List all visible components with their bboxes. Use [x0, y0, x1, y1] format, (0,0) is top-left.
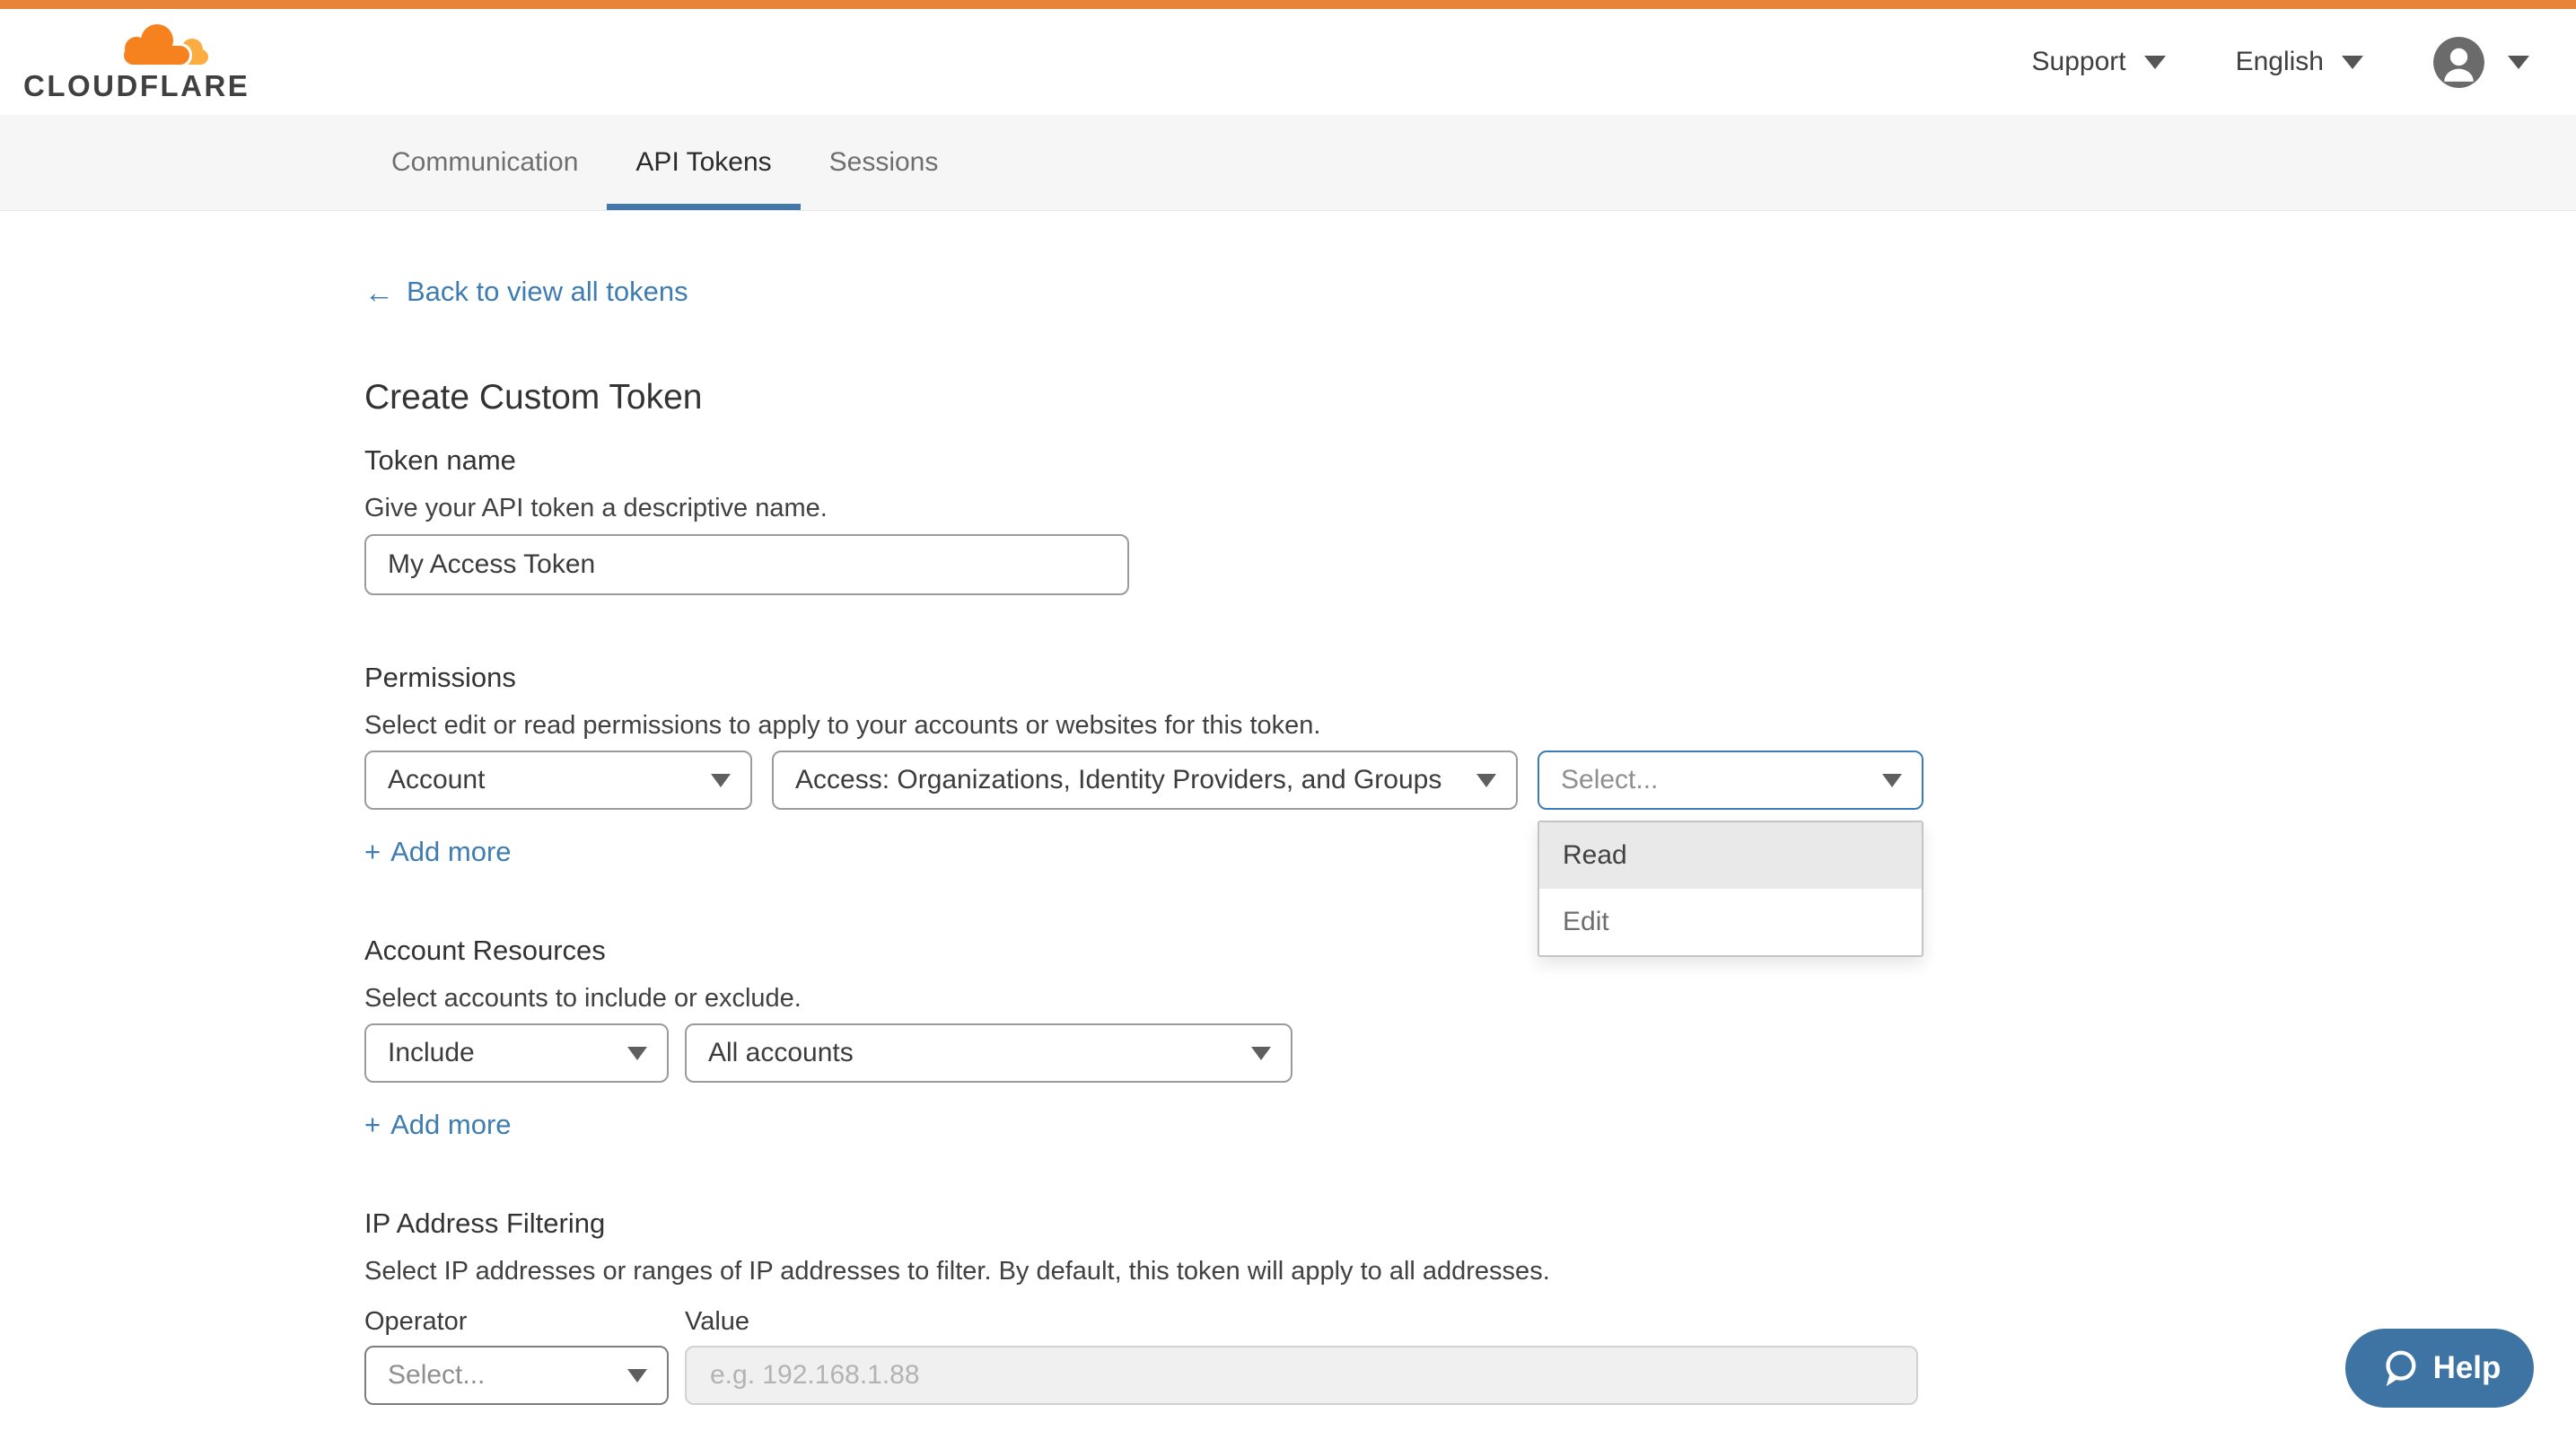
permission-access-dropdown: Select... Read Edit — [1538, 751, 1923, 810]
brand-accent-bar — [0, 0, 2576, 9]
account-resources-selection-select[interactable]: All accounts — [685, 1023, 1292, 1083]
language-menu[interactable]: English — [2236, 47, 2363, 77]
value-label: Value — [685, 1307, 749, 1337]
help-button[interactable]: Help — [2345, 1329, 2534, 1408]
menu-option-read[interactable]: Read — [1539, 822, 1922, 889]
account-resources-selection-value: All accounts — [708, 1038, 854, 1068]
support-label: Support — [2032, 47, 2126, 77]
chat-bubble-icon — [2379, 1348, 2420, 1389]
main-content: ← Back to view all tokens Create Custom … — [0, 211, 2576, 1405]
user-avatar-icon — [2433, 37, 2484, 88]
chevron-down-icon — [1882, 774, 1902, 787]
active-tab-underline — [607, 204, 800, 210]
help-button-label: Help — [2433, 1350, 2502, 1386]
page-title: Create Custom Token — [364, 378, 2576, 417]
permissions-description: Select edit or read permissions to apply… — [364, 709, 2576, 742]
permission-group-value: Access: Organizations, Identity Provider… — [795, 765, 1441, 795]
permissions-section: Permissions Select edit or read permissi… — [364, 662, 2576, 868]
tab-api-tokens[interactable]: API Tokens — [607, 115, 800, 210]
token-name-input[interactable] — [364, 534, 1129, 595]
language-label: English — [2236, 47, 2324, 77]
token-name-description: Give your API token a descriptive name. — [364, 492, 2576, 524]
back-arrow-icon: ← — [364, 277, 394, 307]
tab-communication[interactable]: Communication — [363, 115, 607, 210]
back-to-tokens-link[interactable]: ← Back to view all tokens — [364, 276, 688, 308]
ip-value-input[interactable] — [685, 1346, 1918, 1405]
back-link-label: Back to view all tokens — [407, 276, 688, 308]
ip-filtering-heading: IP Address Filtering — [364, 1207, 2576, 1240]
operator-label: Operator — [364, 1307, 685, 1337]
ip-operator-select[interactable]: Select... — [364, 1346, 669, 1405]
permissions-add-more-link[interactable]: + Add more — [364, 836, 512, 868]
permissions-add-more-label: Add more — [390, 836, 511, 868]
permission-access-select[interactable]: Select... — [1538, 751, 1923, 810]
cloudflare-cloud-icon — [115, 21, 210, 67]
account-resources-description: Select accounts to include or exclude. — [364, 982, 2576, 1014]
permission-scope-value: Account — [388, 765, 485, 795]
support-menu[interactable]: Support — [2032, 47, 2166, 77]
chevron-down-icon — [2508, 56, 2529, 69]
cloudflare-wordmark: CLOUDFLARE — [23, 69, 250, 103]
chevron-down-icon — [627, 1047, 647, 1060]
account-resources-mode-value: Include — [388, 1038, 475, 1068]
chevron-down-icon — [1251, 1047, 1271, 1060]
chevron-down-icon — [1476, 774, 1496, 787]
cloudflare-logo[interactable]: CLOUDFLARE — [23, 21, 250, 103]
permissions-heading: Permissions — [364, 662, 2576, 694]
account-resources-mode-select[interactable]: Include — [364, 1023, 669, 1083]
account-resources-add-more-label: Add more — [390, 1109, 511, 1141]
permission-group-select[interactable]: Access: Organizations, Identity Provider… — [772, 751, 1518, 810]
access-options-menu: Read Edit — [1538, 821, 1923, 957]
permission-scope-select[interactable]: Account — [364, 751, 752, 810]
ip-filtering-section: IP Address Filtering Select IP addresses… — [364, 1207, 2576, 1405]
token-name-heading: Token name — [364, 444, 2576, 477]
ip-operator-placeholder: Select... — [388, 1360, 485, 1391]
chevron-down-icon — [711, 774, 731, 787]
chevron-down-icon — [627, 1369, 647, 1383]
chevron-down-icon — [2144, 56, 2166, 69]
account-resources-add-more-link[interactable]: + Add more — [364, 1109, 512, 1141]
tab-sessions[interactable]: Sessions — [801, 115, 968, 210]
permission-access-placeholder: Select... — [1561, 765, 1658, 795]
menu-option-edit[interactable]: Edit — [1539, 889, 1922, 955]
account-menu[interactable] — [2433, 37, 2529, 88]
chevron-down-icon — [2342, 56, 2363, 69]
header: CLOUDFLARE Support English — [0, 9, 2576, 115]
plus-icon: + — [364, 836, 381, 868]
account-resources-section: Account Resources Select accounts to inc… — [364, 935, 2576, 1141]
token-name-section: Token name Give your API token a descrip… — [364, 444, 2576, 595]
profile-tabbar: Communication API Tokens Sessions — [0, 115, 2576, 211]
account-resources-heading: Account Resources — [364, 935, 2576, 967]
plus-icon: + — [364, 1109, 381, 1141]
ip-filtering-description: Select IP addresses or ranges of IP addr… — [364, 1255, 2576, 1287]
